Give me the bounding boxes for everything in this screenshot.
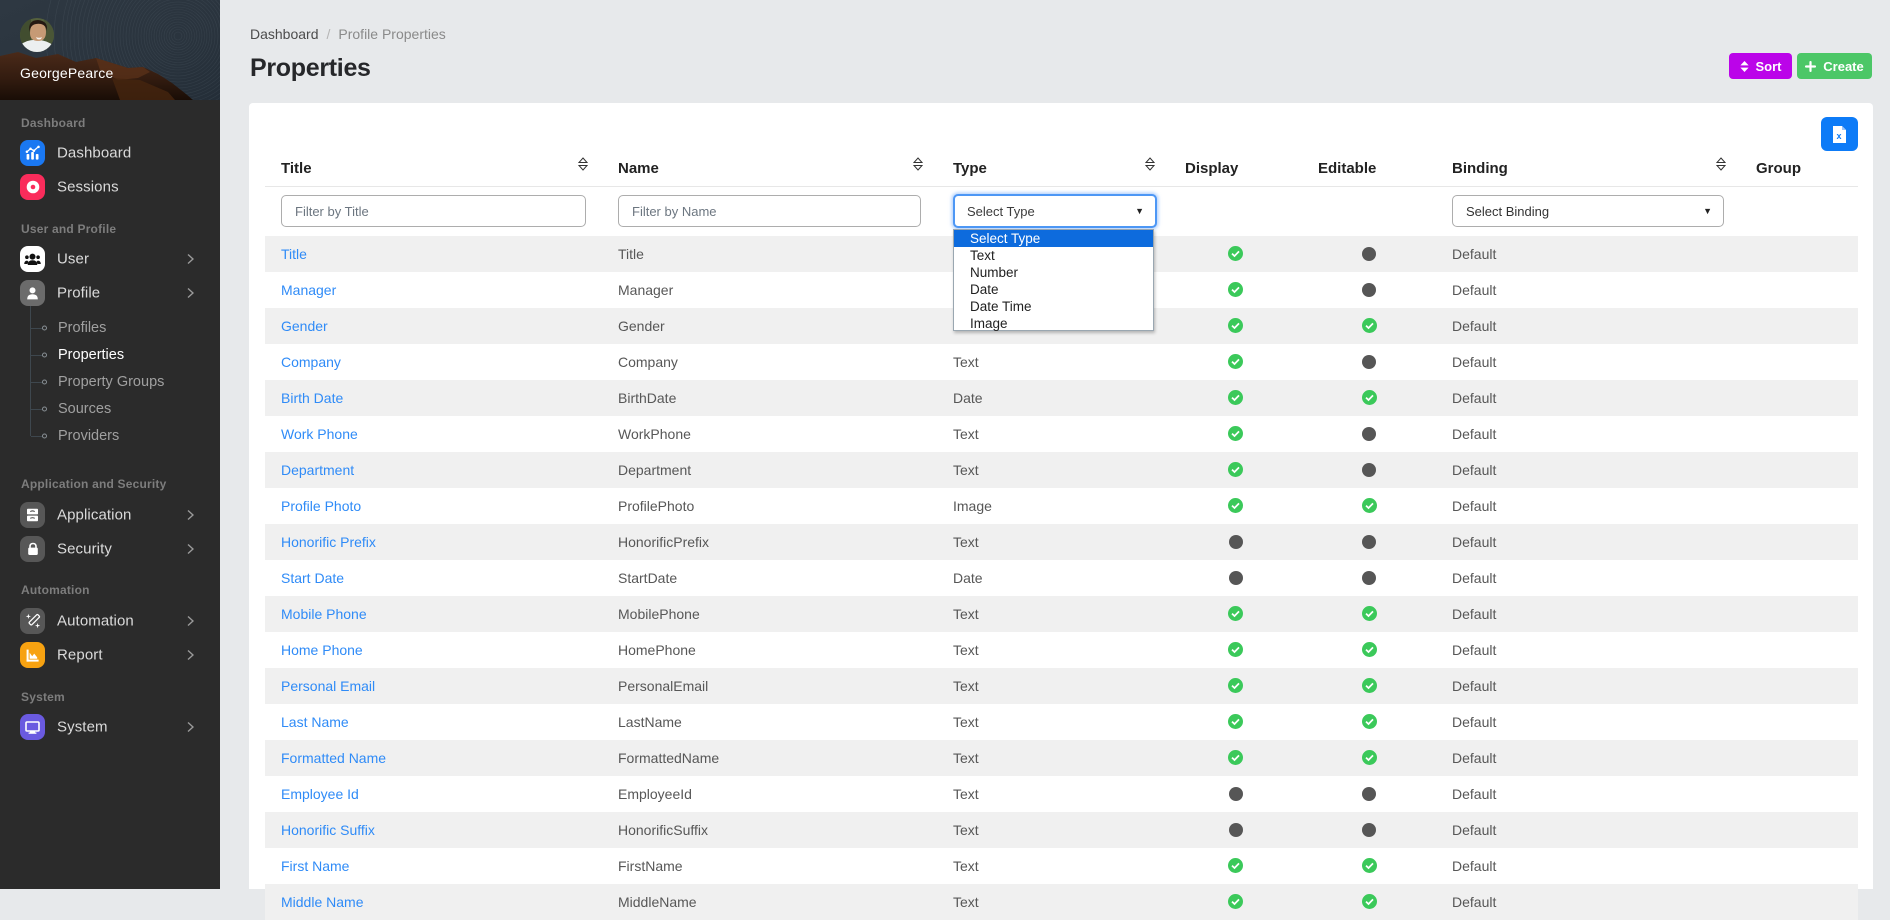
svg-text:x: x <box>1836 131 1841 141</box>
